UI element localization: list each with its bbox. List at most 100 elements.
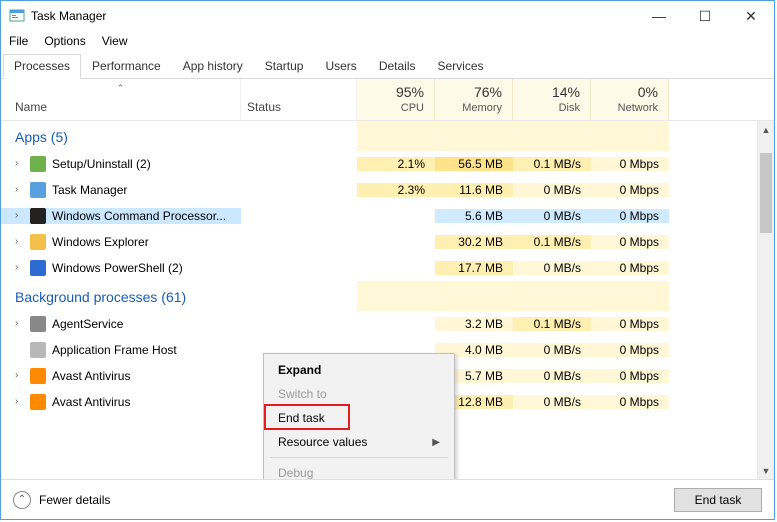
expand-chevron-icon[interactable]: › (15, 318, 24, 329)
expand-chevron-icon[interactable]: › (15, 210, 24, 221)
table-row[interactable]: ›Windows Explorer30.2 MB0.1 MB/s0 Mbps (1, 229, 774, 255)
tab-details[interactable]: Details (368, 54, 427, 79)
fewer-details-link[interactable]: Fewer details (39, 493, 110, 507)
end-task-button[interactable]: End task (674, 488, 762, 512)
memory-cell: 3.2 MB (435, 317, 513, 331)
process-icon (30, 234, 46, 250)
group-metric-cell (435, 281, 513, 311)
expand-chevron-icon[interactable]: › (15, 370, 24, 381)
network-pct: 0% (638, 84, 658, 100)
tab-performance[interactable]: Performance (81, 54, 172, 79)
group-metric-cell (435, 121, 513, 151)
network-cell: 0 Mbps (591, 209, 669, 223)
scrollbar-thumb[interactable] (760, 153, 772, 233)
process-icon (30, 316, 46, 332)
process-name-cell[interactable]: ›Avast Antivirus (1, 394, 241, 410)
expand-chevron-icon[interactable]: › (15, 158, 24, 169)
process-name-cell[interactable]: Application Frame Host (1, 342, 241, 358)
scroll-up-icon[interactable]: ▲ (758, 121, 774, 138)
table-row[interactable]: ›Setup/Uninstall (2)2.1%56.5 MB0.1 MB/s0… (1, 151, 774, 177)
tab-startup[interactable]: Startup (254, 54, 315, 79)
disk-cell: 0.1 MB/s (513, 317, 591, 331)
group-header[interactable]: Background processes (61) (1, 281, 357, 311)
process-name-cell[interactable]: ›AgentService (1, 316, 241, 332)
network-cell: 0 Mbps (591, 183, 669, 197)
menu-item-switch-to: Switch to (266, 382, 452, 406)
tab-processes[interactable]: Processes (3, 54, 81, 79)
group-metric-cell (357, 281, 435, 311)
cpu-cell: 2.3% (357, 183, 435, 197)
menu-item-label: Expand (278, 363, 321, 377)
menu-file[interactable]: File (9, 34, 28, 48)
network-cell: 0 Mbps (591, 343, 669, 357)
tab-services[interactable]: Services (427, 54, 495, 79)
group-metric-cell (591, 121, 669, 151)
minimize-button[interactable]: — (636, 1, 682, 31)
process-icon (30, 342, 46, 358)
process-list: Apps (5)›Setup/Uninstall (2)2.1%56.5 MB0… (1, 121, 774, 479)
col-name[interactable]: ⌃ Name (1, 79, 241, 120)
col-disk[interactable]: 14% Disk (513, 79, 591, 120)
process-name-cell[interactable]: › Windows Command Processor... (1, 208, 241, 224)
menu-item-end-task[interactable]: End task (266, 406, 452, 430)
col-status[interactable]: Status (241, 79, 357, 120)
process-icon (30, 182, 46, 198)
process-name: Windows Command Processor... (52, 209, 226, 223)
table-row[interactable]: ›Windows Command Processor...5.6 MB0 MB/… (1, 203, 774, 229)
scroll-down-icon[interactable]: ▼ (758, 462, 774, 479)
menu-item-expand[interactable]: Expand (266, 358, 452, 382)
group-metric-cell (357, 121, 435, 151)
process-icon (30, 156, 46, 172)
menu-item-label: Resource values (278, 435, 367, 449)
process-name-cell[interactable]: ›Avast Antivirus (1, 368, 241, 384)
menu-separator (270, 457, 448, 458)
process-name: Application Frame Host (52, 343, 177, 357)
memory-cell: 30.2 MB (435, 235, 513, 249)
memory-cell: 17.7 MB (435, 261, 513, 275)
process-icon (30, 260, 46, 276)
tab-users[interactable]: Users (314, 54, 367, 79)
group-header[interactable]: Apps (5) (1, 121, 357, 151)
menu-options[interactable]: Options (44, 34, 85, 48)
chevron-up-icon[interactable]: ⌃ (13, 491, 31, 509)
table-row[interactable]: ›AgentService 3.2 MB0.1 MB/s0 Mbps (1, 311, 774, 337)
menu-item-label: Debug (278, 466, 313, 479)
process-name-cell[interactable]: › Windows Explorer (1, 234, 241, 250)
menu-item-label: End task (278, 411, 325, 425)
col-memory[interactable]: 76% Memory (435, 79, 513, 120)
col-cpu[interactable]: 95% CPU (357, 79, 435, 120)
maximize-button[interactable]: ☐ (682, 1, 728, 31)
expand-chevron-icon[interactable]: › (15, 236, 24, 247)
network-cell: 0 Mbps (591, 369, 669, 383)
menu-item-label: Switch to (278, 387, 327, 401)
footer: ⌃ Fewer details End task (1, 479, 774, 519)
column-headers: ⌃ Name Status 95% CPU 76% Memory 14% Dis… (1, 79, 774, 121)
disk-cell: 0.1 MB/s (513, 235, 591, 249)
col-network[interactable]: 0% Network (591, 79, 669, 120)
memory-label: Memory (462, 102, 502, 114)
disk-cell: 0 MB/s (513, 209, 591, 223)
menu-item-resource-values[interactable]: Resource values▶ (266, 430, 452, 454)
disk-cell: 0 MB/s (513, 343, 591, 357)
table-row[interactable]: ›Windows PowerShell (2)17.7 MB0 MB/s0 Mb… (1, 255, 774, 281)
expand-chevron-icon[interactable]: › (15, 262, 24, 273)
menu-view[interactable]: View (102, 34, 128, 48)
process-name-cell[interactable]: › Setup/Uninstall (2) (1, 156, 241, 172)
expand-chevron-icon[interactable]: › (15, 396, 24, 407)
disk-label: Disk (559, 102, 580, 114)
process-name: Setup/Uninstall (2) (52, 157, 151, 171)
process-name-cell[interactable]: ›Windows PowerShell (2) (1, 260, 241, 276)
expand-chevron-icon[interactable]: › (15, 184, 24, 195)
process-name-cell[interactable]: ›Task Manager (1, 182, 241, 198)
vertical-scrollbar[interactable]: ▲ ▼ (757, 121, 774, 479)
process-name: Windows Explorer (52, 235, 149, 249)
window-title: Task Manager (31, 9, 106, 23)
disk-pct: 14% (552, 84, 580, 100)
table-row[interactable]: ›Task Manager2.3%11.6 MB0 MB/s0 Mbps (1, 177, 774, 203)
tab-app-history[interactable]: App history (172, 54, 254, 79)
close-button[interactable]: ✕ (728, 1, 774, 31)
group-metric-cell (513, 281, 591, 311)
network-cell: 0 Mbps (591, 317, 669, 331)
memory-cell: 56.5 MB (435, 157, 513, 171)
col-status-label: Status (247, 100, 281, 114)
